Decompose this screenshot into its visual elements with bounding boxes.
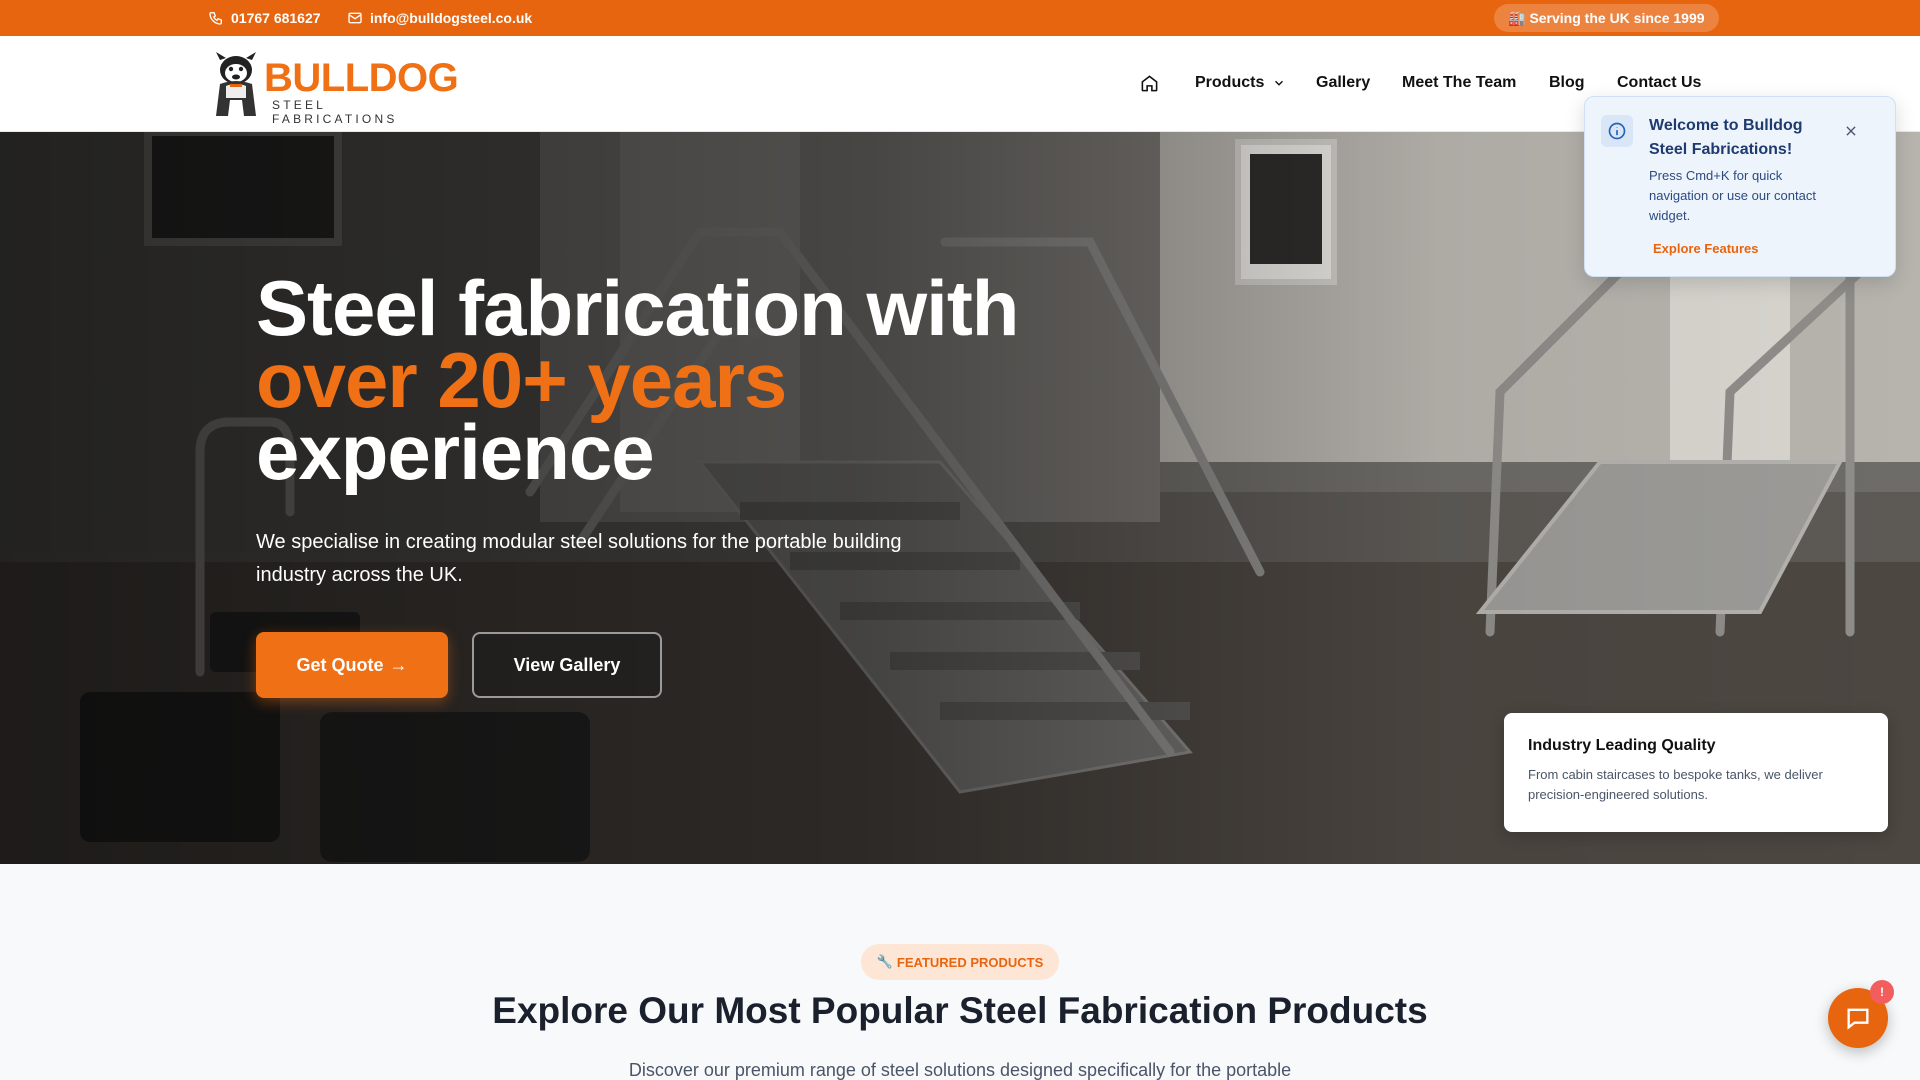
view-gallery-button[interactable]: View Gallery — [472, 632, 662, 698]
explore-features-link[interactable]: Explore Features — [1653, 241, 1759, 256]
featured-description: Discover our premium range of steel solu… — [628, 1060, 1292, 1080]
factory-icon: 🏭 — [1508, 9, 1526, 26]
nav-blog[interactable]: Blog — [1549, 74, 1585, 92]
featured-badge-label: FEATURED PRODUCTS — [896, 954, 1044, 970]
quality-card-title: Industry Leading Quality — [1528, 737, 1716, 754]
arrow-right-icon: → — [389, 654, 408, 675]
phone-icon — [209, 12, 222, 25]
since-text: Serving the UK since 1999 — [1529, 10, 1705, 26]
hero-title-line3: experience — [256, 408, 655, 496]
welcome-toast: Welcome to Bulldog Steel Fabrications! P… — [1584, 96, 1896, 277]
hero-title: Steel fabrication with over 20+ years ex… — [256, 269, 1019, 491]
hero-subtitle: We specialise in creating modular steel … — [256, 531, 902, 586]
phone-number: 01767 681627 — [231, 10, 321, 26]
chat-bubble-icon — [1847, 1008, 1869, 1030]
chevron-down-icon — [1274, 80, 1283, 86]
get-quote-label: Get Quote — [296, 654, 384, 675]
quality-card: Industry Leading Quality From cabin stai… — [1504, 713, 1888, 832]
nav-team[interactable]: Meet The Team — [1402, 74, 1516, 92]
logo-wordmark: BULLDOG — [264, 56, 459, 100]
top-contact-bar: 01767 681627 info@bulldogsteel.co.uk 🏭 S… — [0, 0, 1920, 36]
nav-products[interactable]: Products — [1195, 74, 1286, 92]
close-icon[interactable] — [1841, 121, 1861, 141]
nav-products-label: Products — [1195, 74, 1265, 91]
since-badge: 🏭 Serving the UK since 1999 — [1494, 4, 1719, 32]
quality-card-text: From cabin staircases to bespoke tanks, … — [1528, 767, 1823, 802]
toast-title: Welcome to Bulldog Steel Fabrications! — [1649, 117, 1803, 158]
nav-contact[interactable]: Contact Us — [1617, 74, 1701, 92]
info-icon — [1601, 115, 1633, 147]
phone-link[interactable]: 01767 681627 — [208, 0, 321, 36]
mail-icon — [348, 12, 362, 24]
email-link[interactable]: info@bulldogsteel.co.uk — [347, 0, 532, 36]
featured-products-badge: 🔧 FEATURED PRODUCTS — [861, 944, 1059, 980]
get-quote-button[interactable]: Get Quote → — [256, 632, 448, 698]
bulldog-mascot-icon — [216, 52, 256, 116]
featured-title: Explore Our Most Popular Steel Fabricati… — [492, 990, 1428, 1031]
email-address: info@bulldogsteel.co.uk — [370, 10, 533, 26]
nav-gallery[interactable]: Gallery — [1316, 74, 1370, 92]
site-logo[interactable]: BULLDOG STEEL FABRICATIONS — [206, 50, 459, 126]
toast-body: Press Cmd+K for quick navigation or use … — [1649, 168, 1816, 223]
chat-notification-badge: ! — [1870, 980, 1894, 1004]
home-icon — [1141, 75, 1158, 92]
logo-tagline: STEEL FABRICATIONS — [272, 98, 398, 126]
wrench-icon: 🔧 — [876, 954, 893, 969]
nav-home[interactable] — [1140, 74, 1159, 98]
